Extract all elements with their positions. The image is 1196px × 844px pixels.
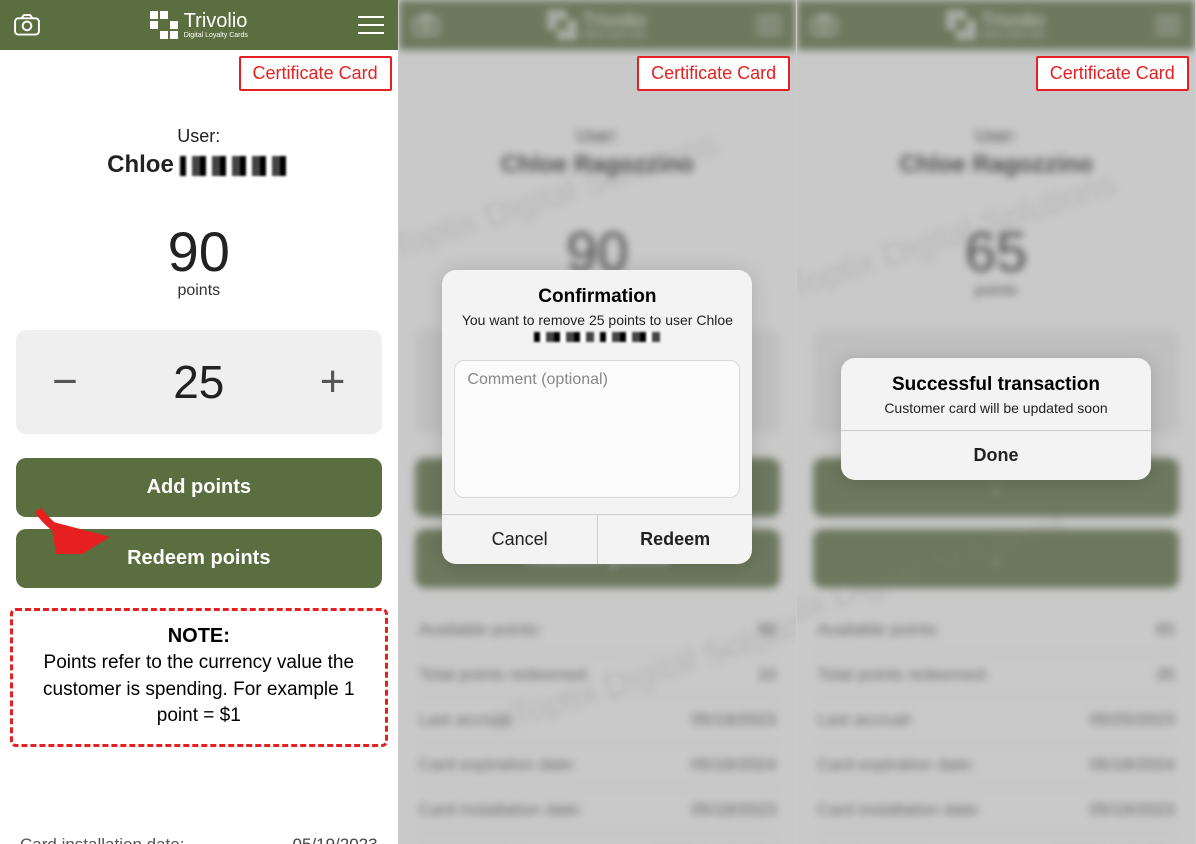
certificate-card-badge: Certificate Card (637, 56, 790, 91)
logo-icon (150, 11, 178, 39)
screen-3: TrivolioDigital Loyalty Cards User: Chlo… (797, 0, 1196, 844)
brand-logo: Trivolio Digital Loyalty Cards (150, 11, 248, 39)
note-title: NOTE: (21, 625, 377, 648)
redacted-surname (180, 156, 290, 176)
arrow-icon (32, 504, 112, 554)
brand-name: Trivolio (184, 10, 248, 32)
plus-icon[interactable]: + (308, 357, 358, 407)
modal-subtitle: You want to remove 25 points to user Chl… (442, 312, 752, 344)
camera-icon[interactable] (14, 14, 40, 36)
points-label: points (16, 282, 382, 300)
redacted-surname (534, 332, 594, 342)
user-name: Chloe (16, 151, 382, 179)
success-modal: Successful transaction Customer card wil… (841, 358, 1151, 480)
note-body: Points refer to the currency value the c… (21, 650, 377, 730)
confirmation-modal: Confirmation You want to remove 25 point… (442, 270, 752, 564)
note-box: NOTE: Points refer to the currency value… (10, 608, 388, 747)
hamburger-menu-icon[interactable] (358, 16, 384, 34)
app-header: Trivolio Digital Loyalty Cards (0, 0, 398, 50)
brand-subtitle: Digital Loyalty Cards (184, 32, 248, 39)
redeem-button[interactable]: Redeem (598, 515, 753, 564)
user-label: User: (16, 126, 382, 147)
minus-icon[interactable]: − (40, 357, 90, 407)
certificate-card-badge: Certificate Card (239, 56, 392, 91)
modal-subtitle: Customer card will be updated soon (841, 400, 1151, 416)
points-stepper: − 25 + (16, 330, 382, 434)
modal-title: Confirmation (442, 286, 752, 308)
modal-actions: Cancel Redeem (442, 514, 752, 564)
modal-actions: Done (841, 430, 1151, 480)
stat-row-install-date: Card installation date:05/19/2023 (20, 823, 378, 844)
screen-1: Trivolio Digital Loyalty Cards Certifica… (0, 0, 399, 844)
modal-title: Successful transaction (841, 374, 1151, 396)
comment-input[interactable]: Comment (optional) (454, 360, 740, 498)
points-value: 90 (16, 219, 382, 284)
screen-2: TrivolioDigital Loyalty Cards User: Chlo… (399, 0, 798, 844)
done-button[interactable]: Done (841, 431, 1151, 480)
certificate-card-badge: Certificate Card (1036, 56, 1189, 91)
cancel-button[interactable]: Cancel (442, 515, 598, 564)
stepper-value: 25 (173, 355, 224, 409)
